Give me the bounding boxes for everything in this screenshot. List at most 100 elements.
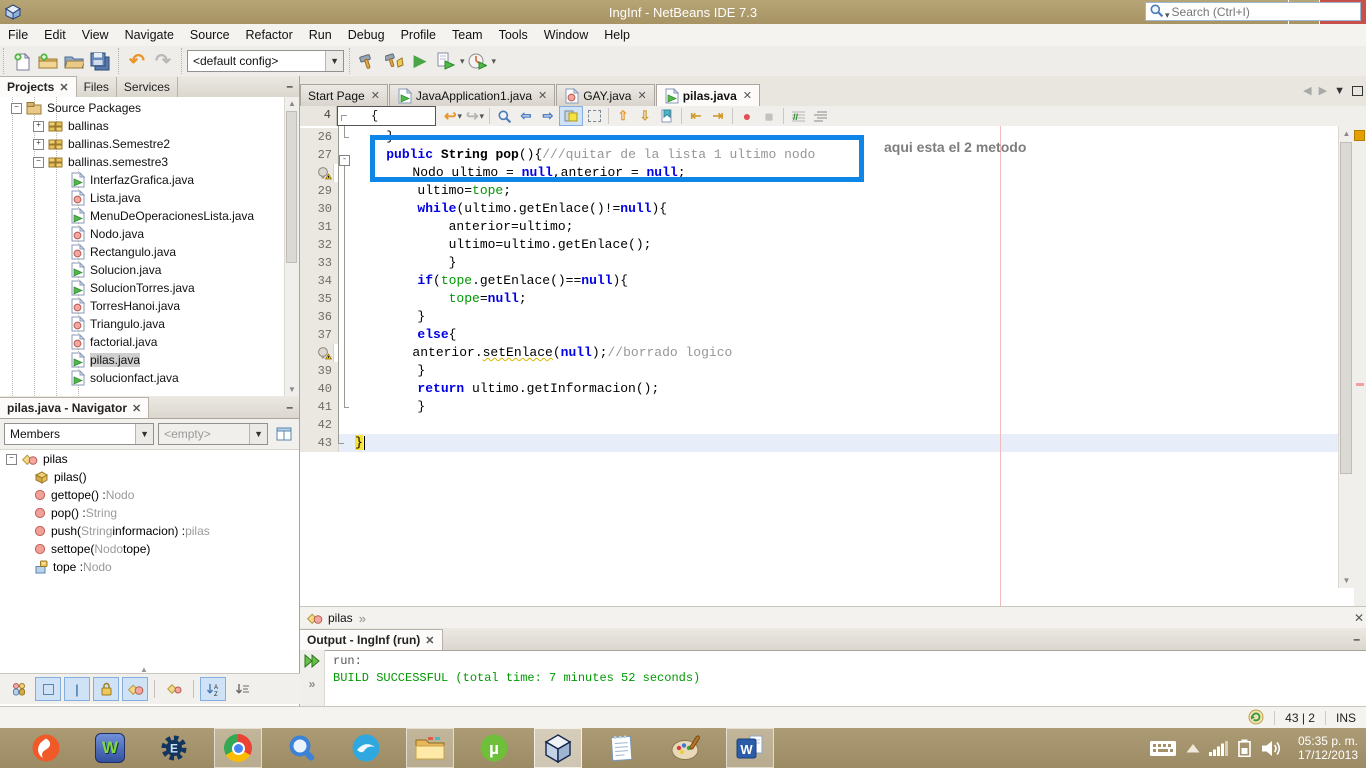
taskbar-word-icon[interactable]: W	[726, 728, 774, 768]
output-minimize-button[interactable]: –	[1353, 632, 1360, 646]
tree-item[interactable]: − ballinas.semestre3	[0, 153, 299, 171]
code-line-34[interactable]: 34 if(tope.getEnlace()==null){	[300, 272, 1366, 290]
navigator-member[interactable]: pilas()	[0, 468, 299, 486]
menu-file[interactable]: File	[0, 28, 36, 42]
warning-status-square[interactable]	[1354, 130, 1365, 141]
scroll-thumb[interactable]	[1340, 142, 1352, 474]
menu-refactor[interactable]: Refactor	[238, 28, 301, 42]
code-line-40[interactable]: 40 return ultimo.getInformacion();	[300, 380, 1366, 398]
next-occurrence-button[interactable]: ⇨	[537, 107, 559, 125]
members-filter-combo[interactable]: Members ▼	[4, 423, 155, 445]
code-viewport[interactable]: - 26 } 27 public String pop(){///quitar d…	[300, 126, 1366, 606]
navigator-minimize-button[interactable]: –	[286, 400, 293, 414]
tree-item[interactable]: − Source Packages	[0, 99, 299, 117]
show-static-toggle[interactable]: |	[64, 677, 90, 701]
menu-run[interactable]: Run	[301, 28, 340, 42]
close-icon[interactable]: ✕	[637, 89, 646, 102]
menu-view[interactable]: View	[74, 28, 117, 42]
collapse-icon[interactable]: −	[6, 453, 17, 465]
prev-occurrence-button[interactable]: ⇦	[515, 107, 537, 125]
record-macro-button[interactable]: ●	[736, 107, 758, 125]
line-number[interactable]: 40	[300, 380, 339, 398]
filter-state-toggle[interactable]	[161, 677, 187, 701]
warning-icon[interactable]	[300, 164, 334, 182]
tree-item[interactable]: Rectangulo.java	[0, 243, 299, 261]
navigator-member[interactable]: settope(Nodo tope)	[0, 540, 299, 558]
maximize-editor-icon[interactable]	[1352, 85, 1363, 96]
close-icon[interactable]: ✕	[132, 402, 141, 415]
navigator-tab[interactable]: pilas.java - Navigator ✕	[0, 397, 150, 418]
code-line-32[interactable]: 32 ultimo=ultimo.getEnlace();	[300, 236, 1366, 254]
editor-tab-start-page[interactable]: Start Page ✕	[300, 84, 388, 106]
line-number[interactable]: 32	[300, 236, 339, 254]
show-fields-toggle[interactable]	[35, 677, 61, 701]
save-all-button[interactable]	[87, 49, 113, 73]
menu-navigate[interactable]: Navigate	[117, 28, 182, 42]
taskbar-paint-icon[interactable]	[662, 728, 710, 768]
navigator-member[interactable]: − pilas	[0, 450, 299, 468]
line-number[interactable]: 42	[300, 416, 339, 434]
tree-item[interactable]: SolucionTorres.java	[0, 279, 299, 297]
battery-icon[interactable]	[1237, 739, 1252, 757]
line-number[interactable]: 30	[300, 200, 339, 218]
taskbar-search-app-icon[interactable]	[278, 728, 326, 768]
taskbar-chrome-icon[interactable]	[214, 728, 262, 768]
close-icon[interactable]: ✕	[538, 89, 547, 102]
code-line-43[interactable]: 43}	[300, 434, 1366, 452]
error-stripe[interactable]	[1354, 126, 1366, 606]
line-number[interactable]: 33	[300, 254, 339, 272]
menu-source[interactable]: Source	[182, 28, 238, 42]
show-inner-classes-toggle[interactable]	[122, 677, 148, 701]
expand-icon[interactable]: +	[33, 120, 44, 132]
breadcrumb-item[interactable]: pilas	[328, 611, 353, 625]
prev-bookmark-button[interactable]: ⇧	[612, 107, 634, 125]
tree-item[interactable]: MenuDeOperacionesLista.java	[0, 207, 299, 225]
taskbar-blue-swirl-app-icon[interactable]	[342, 728, 390, 768]
tree-item[interactable]: solucionfact.java	[0, 369, 299, 387]
editor-tab-javaapplication1-java[interactable]: JavaApplication1.java ✕	[388, 84, 556, 106]
navigator-member[interactable]: pop() : String	[0, 504, 299, 522]
new-project-button[interactable]	[35, 49, 61, 73]
search-input[interactable]	[1169, 3, 1357, 20]
close-icon[interactable]: ✕	[425, 634, 434, 647]
inherited-view-button[interactable]	[272, 422, 295, 446]
collapse-icon[interactable]: −	[33, 156, 44, 168]
inspect-combo[interactable]: <empty> ▼	[158, 423, 269, 445]
editor-tab-pilas-java[interactable]: pilas.java ✕	[655, 84, 760, 106]
forward-button[interactable]: ↪ ▾	[464, 107, 486, 125]
line-number[interactable]: 39	[300, 362, 339, 380]
taskbar-clock[interactable]: 05:35 p. m. 17/12/2013	[1292, 734, 1358, 762]
tree-item[interactable]: TorresHanoi.java	[0, 297, 299, 315]
tree-item[interactable]: Nodo.java	[0, 225, 299, 243]
collapse-icon[interactable]: −	[11, 102, 22, 114]
hidden-icons-icon[interactable]	[1186, 743, 1200, 753]
line-number[interactable]: 31	[300, 218, 339, 236]
line-number[interactable]: 34	[300, 272, 339, 290]
touch-keyboard-icon[interactable]	[1149, 740, 1177, 757]
scroll-down-arrow[interactable]: ▼	[1339, 576, 1354, 585]
menu-profile[interactable]: Profile	[393, 28, 444, 42]
navigator-member[interactable]: gettope() : Nodo	[0, 486, 299, 504]
close-icon[interactable]: ✕	[371, 89, 380, 102]
run-button[interactable]: ▶	[407, 49, 433, 73]
tree-item[interactable]: factorial.java	[0, 333, 299, 351]
editor-tab-gay-java[interactable]: GAY.java ✕	[556, 84, 655, 106]
taskbar-origin-icon[interactable]	[22, 728, 70, 768]
volume-icon[interactable]	[1261, 740, 1283, 757]
tree-item[interactable]: Lista.java	[0, 189, 299, 207]
next-bookmark-button[interactable]: ⇩	[634, 107, 656, 125]
taskbar-wartune-icon[interactable]: W	[86, 728, 134, 768]
scroll-up-arrow[interactable]: ▲	[1339, 129, 1354, 138]
code-line-33[interactable]: 33 }	[300, 254, 1366, 272]
debug-button[interactable]	[433, 49, 459, 73]
build-button[interactable]	[355, 49, 381, 73]
navigator-member[interactable]: tope : Nodo	[0, 558, 299, 576]
clean-build-button[interactable]	[381, 49, 407, 73]
scroll-tabs-right-icon[interactable]: ▶	[1319, 84, 1327, 97]
projects-minimize-button[interactable]: –	[286, 79, 293, 93]
line-number[interactable]: 43	[300, 434, 339, 452]
menu-edit[interactable]: Edit	[36, 28, 74, 42]
panel-tab-services[interactable]: Services	[117, 77, 178, 97]
output-options-button[interactable]: »	[309, 677, 316, 691]
output-tab[interactable]: Output - IngInf (run) ✕	[300, 629, 443, 650]
